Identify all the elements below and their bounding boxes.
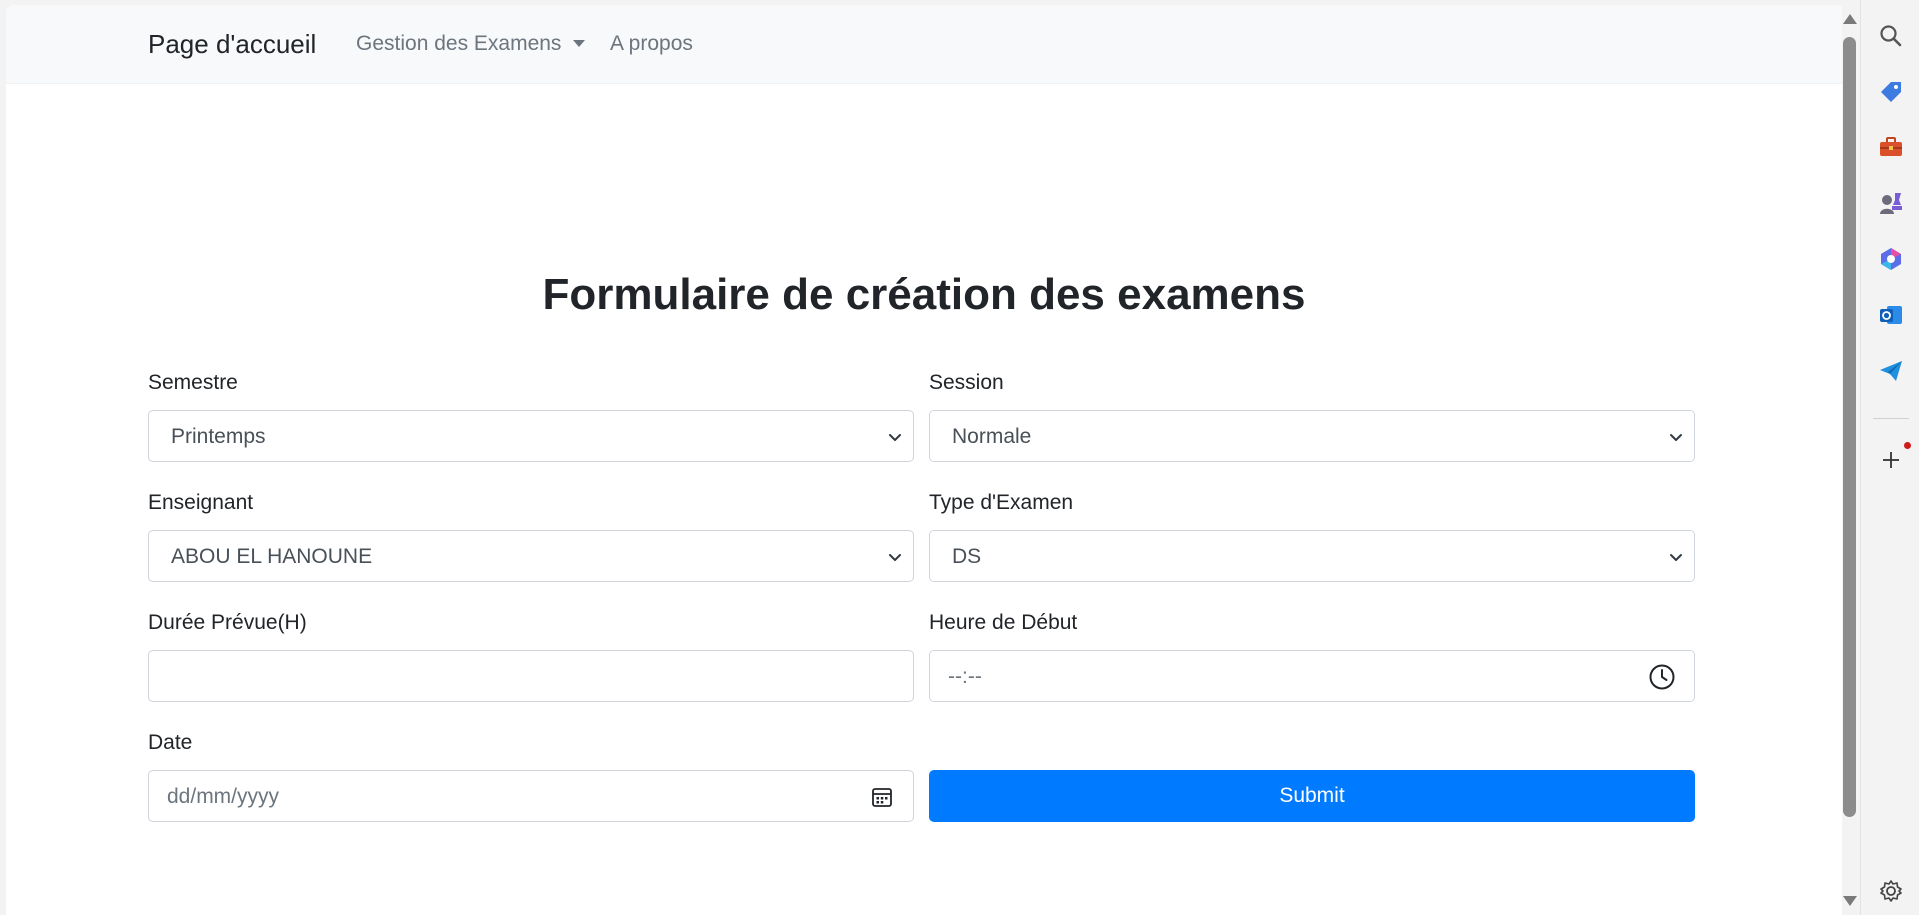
caret-down-icon [573, 40, 586, 47]
session-label: Session [929, 371, 1004, 394]
chevron-down-icon [1670, 554, 1682, 561]
sidebar-separator [1873, 418, 1909, 419]
page-title: Formulaire de création des examens [542, 270, 1306, 319]
duree-label: Durée Prévue(H) [148, 611, 307, 634]
heure-debut-label: Heure de Début [929, 611, 1078, 634]
navbar: Page d'accueil Gestion des Examens A pro… [6, 5, 1842, 84]
date-placeholder: dd/mm/yyyy [167, 785, 280, 808]
chevron-down-icon [889, 554, 901, 561]
type-examen-label: Type d'Examen [929, 491, 1074, 514]
scroll-down-arrow-icon[interactable] [1843, 896, 1857, 906]
clock-icon[interactable] [1648, 663, 1676, 691]
submit-button[interactable]: Submit [929, 770, 1695, 822]
tag-icon[interactable] [1878, 79, 1904, 105]
search-icon[interactable] [1878, 23, 1904, 49]
enseignant-value: ABOU EL HANOUNE [171, 545, 373, 568]
outlook-icon[interactable] [1878, 302, 1904, 328]
enseignant-select[interactable]: ABOU EL HANOUNE [148, 530, 914, 582]
type-examen-select[interactable]: DS [929, 530, 1695, 582]
add-icon[interactable] [1878, 447, 1904, 473]
heure-debut-input[interactable]: --:-- [929, 650, 1695, 702]
nav-exam-management-dropdown[interactable]: Gestion des Examens [356, 32, 586, 56]
calendar-icon[interactable] [871, 786, 893, 808]
copilot-icon[interactable] [1878, 246, 1904, 272]
nav-about[interactable]: A propos [610, 32, 693, 56]
date-input[interactable]: dd/mm/yyyy [148, 770, 914, 822]
session-value: Normale [952, 425, 1032, 448]
session-select[interactable]: Normale [929, 410, 1695, 462]
chevron-down-icon [1670, 434, 1682, 441]
navbar-brand[interactable]: Page d'accueil [148, 29, 316, 60]
heure-debut-placeholder: --:-- [948, 665, 982, 688]
semestre-value: Printemps [171, 425, 266, 448]
duree-input[interactable] [148, 650, 914, 702]
scroll-up-arrow-icon[interactable] [1843, 14, 1857, 24]
enseignant-label: Enseignant [148, 491, 254, 514]
nav-exam-management-label: Gestion des Examens [356, 32, 562, 55]
semestre-select[interactable]: Printemps [148, 410, 914, 462]
page-scrollbar-thumb[interactable] [1843, 37, 1856, 817]
send-icon[interactable] [1878, 358, 1904, 384]
notification-dot [1904, 442, 1911, 449]
settings-icon[interactable] [1878, 878, 1904, 904]
page-viewport: Page d'accueil Gestion des Examens A pro… [6, 5, 1842, 915]
date-label: Date [148, 731, 193, 754]
type-examen-value: DS [952, 545, 982, 568]
toolbox-icon[interactable] [1878, 134, 1904, 160]
semestre-label: Semestre [148, 371, 238, 394]
chevron-down-icon [889, 434, 901, 441]
games-icon[interactable] [1878, 190, 1904, 216]
